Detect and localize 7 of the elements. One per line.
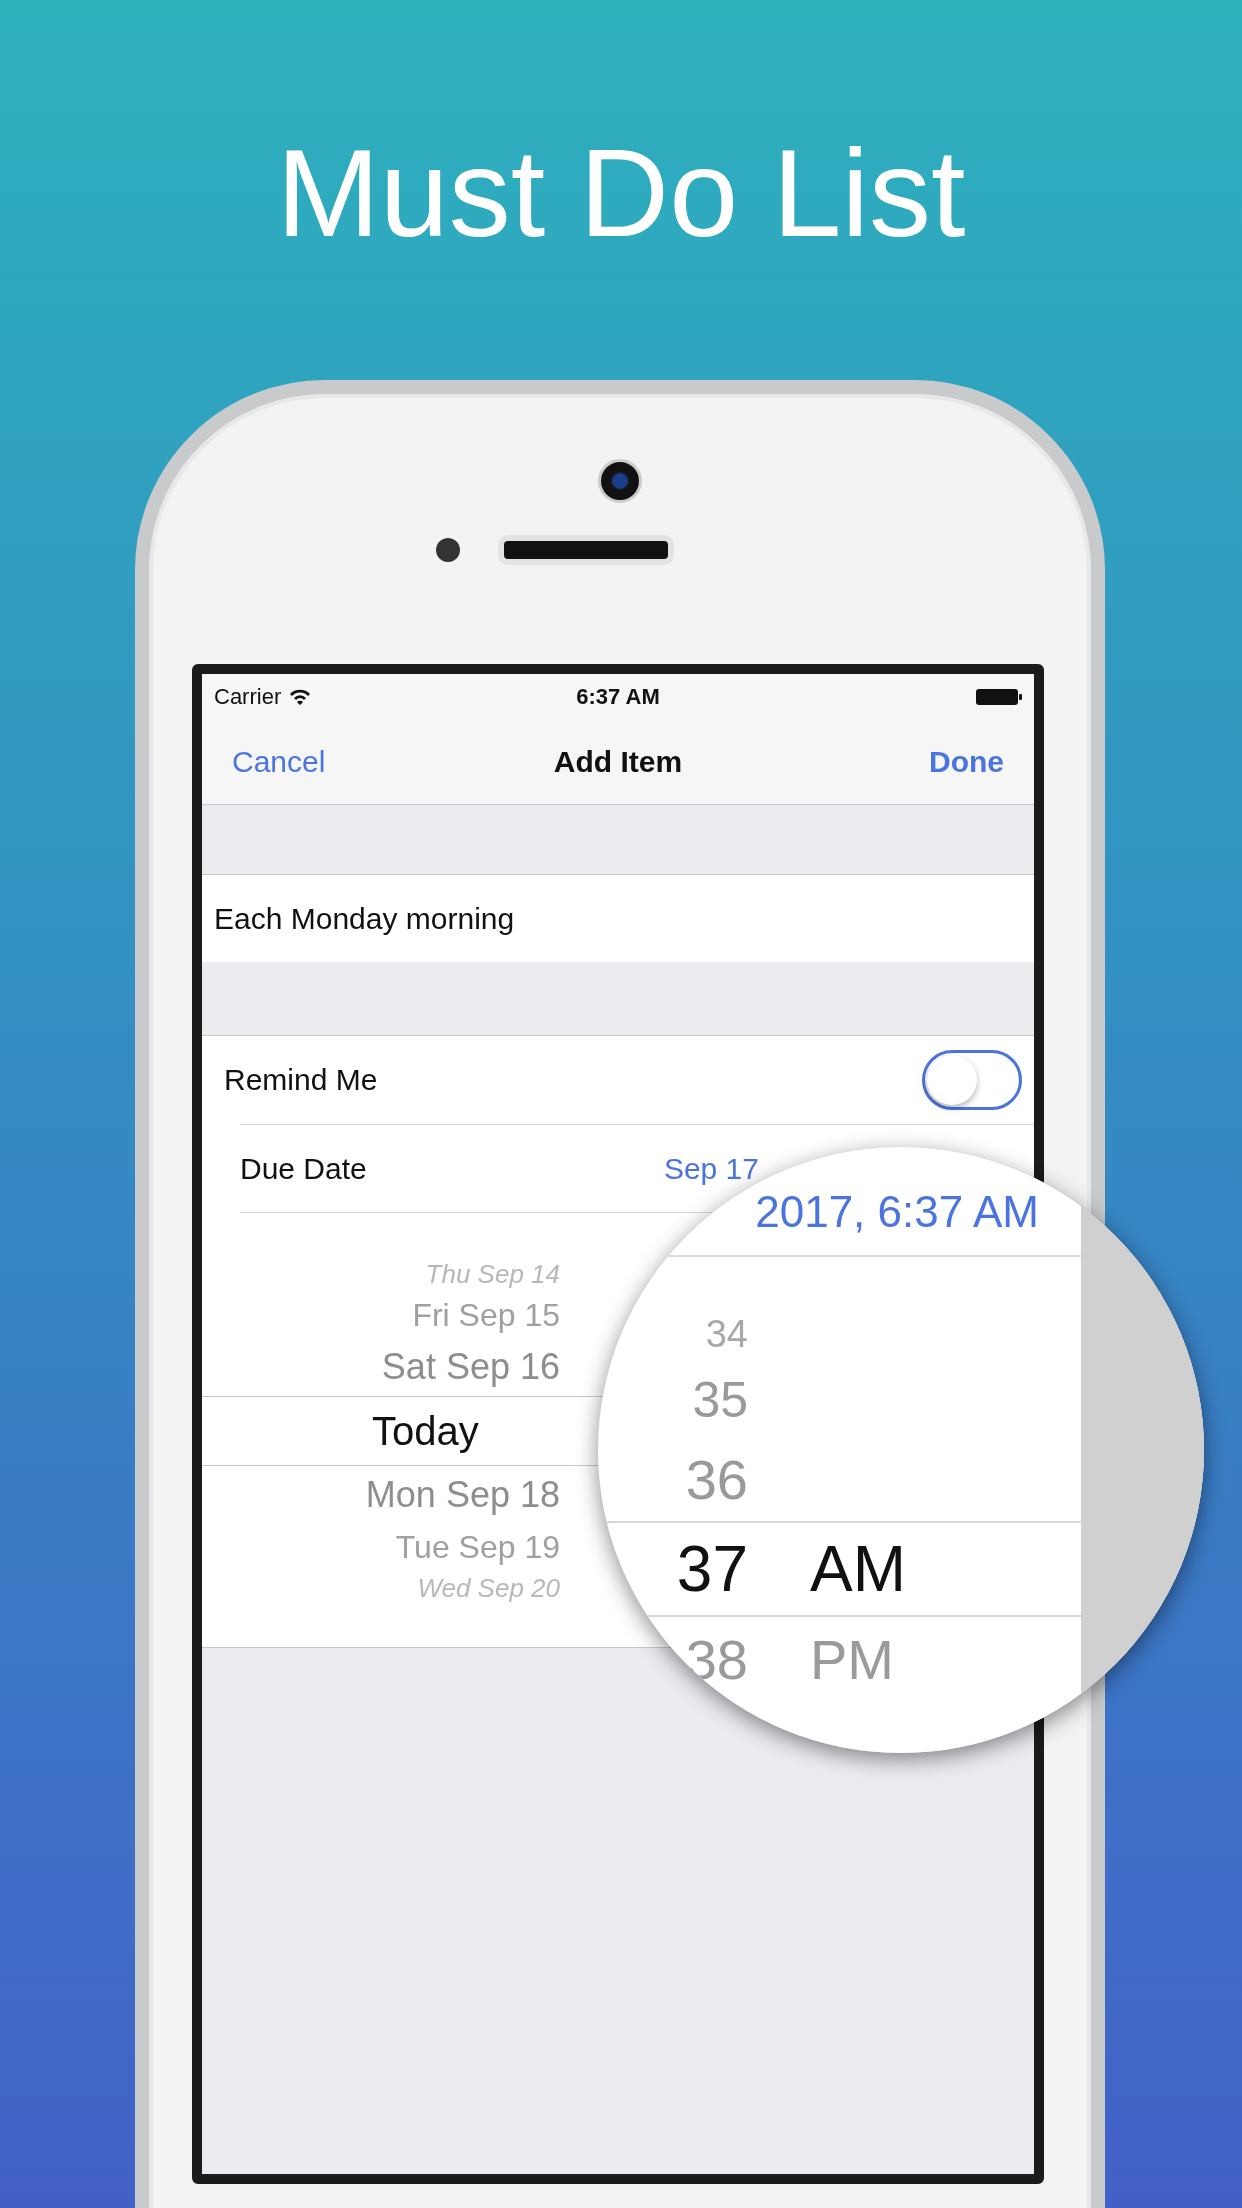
status-time: 6:37 AM	[576, 683, 660, 710]
carrier-label: Carrier	[214, 683, 282, 710]
screen-title: Add Item	[553, 744, 683, 779]
due-date-label: Due Date	[240, 1151, 367, 1186]
app-title: Must Do List	[276, 123, 966, 264]
date-time-value: 2017, 6:37 AM	[755, 1187, 1039, 1237]
remind-label: Remind Me	[224, 1063, 378, 1097]
